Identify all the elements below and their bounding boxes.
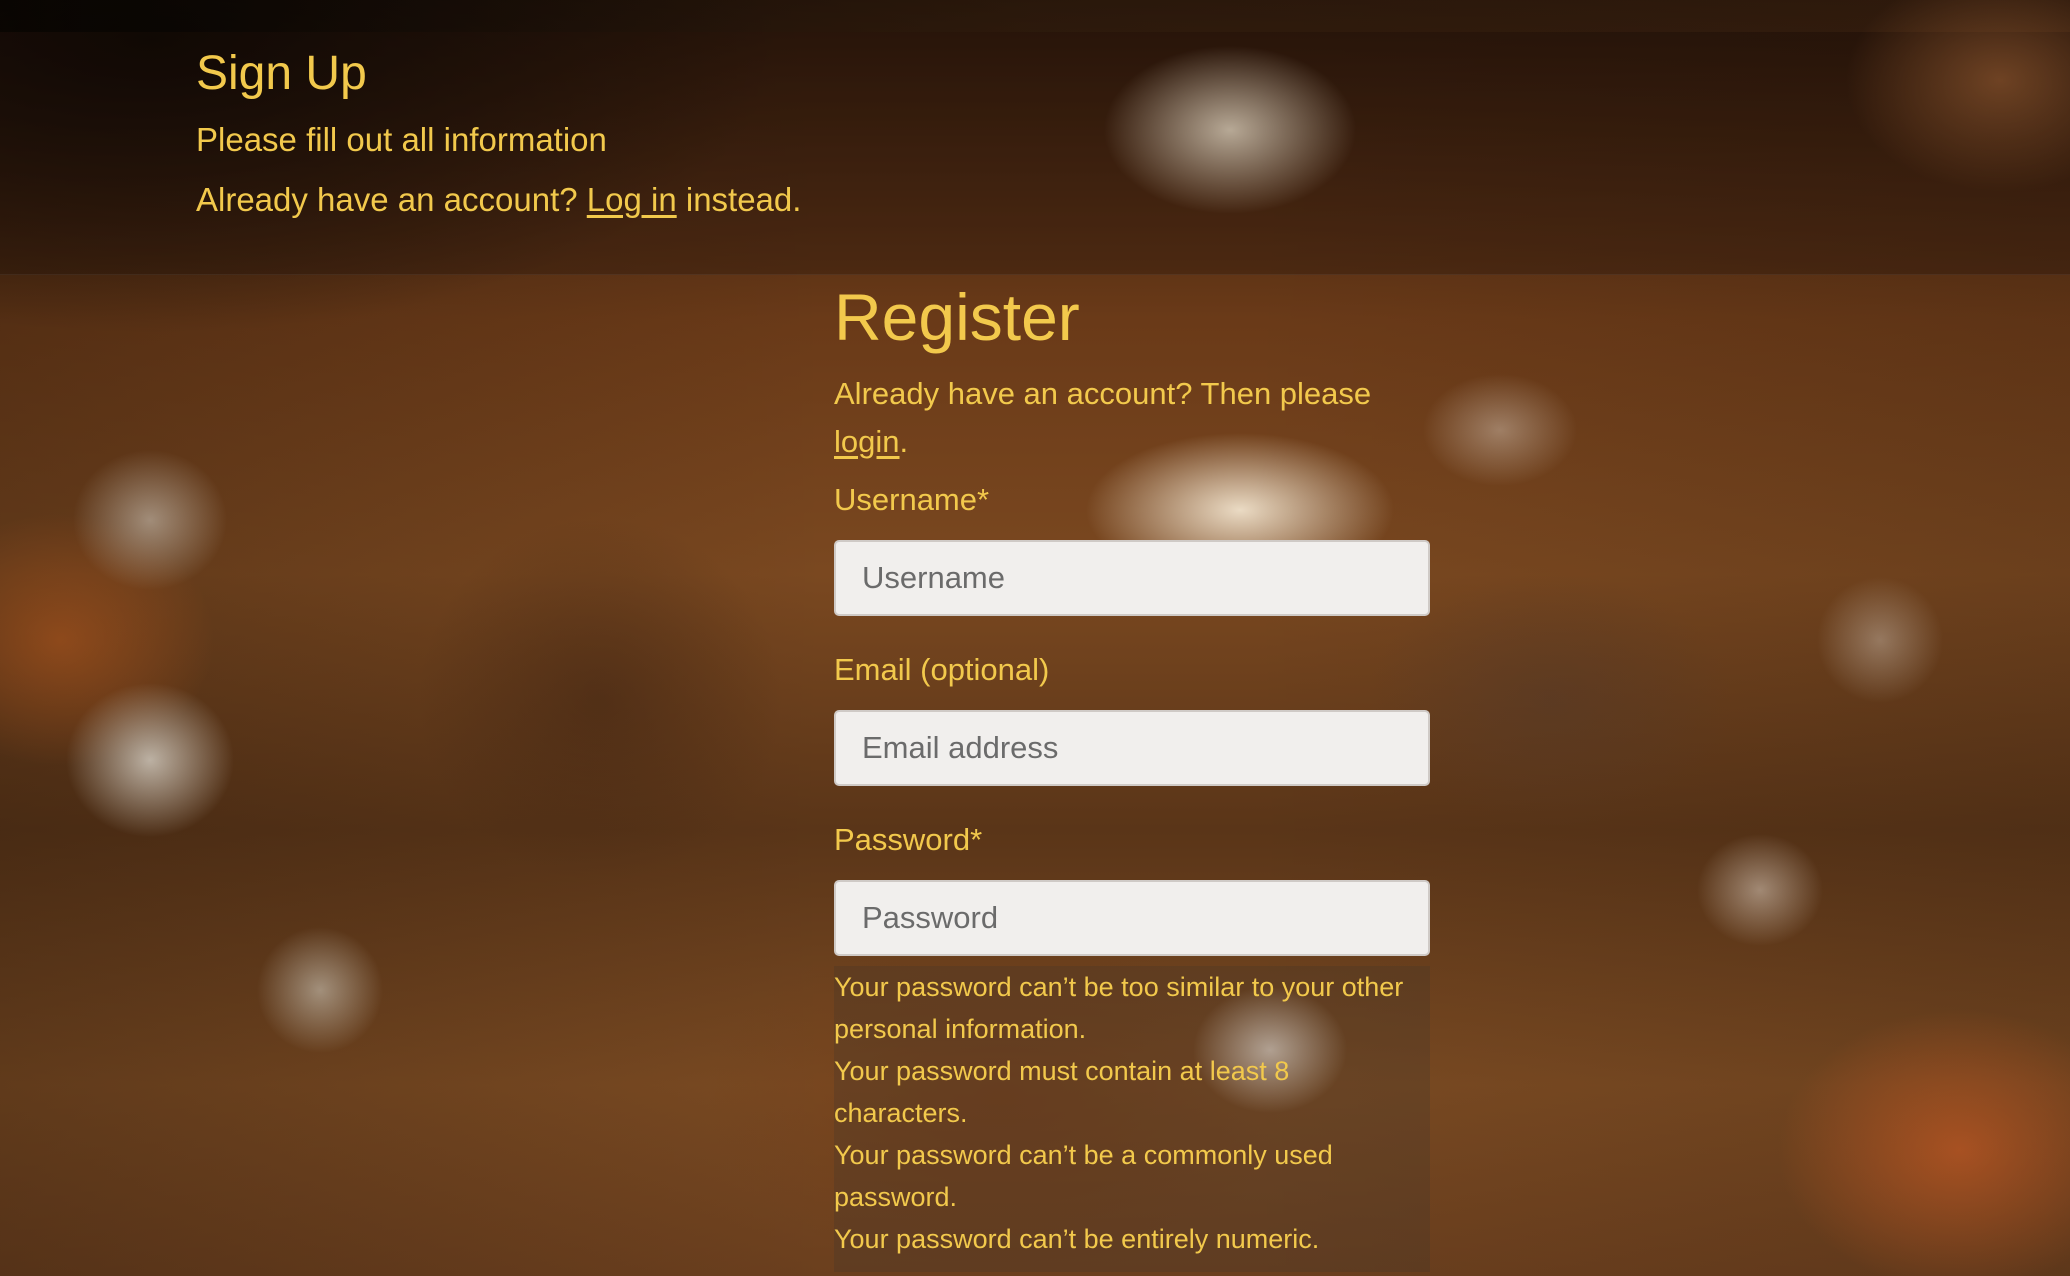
username-label: Username*	[834, 482, 990, 517]
password-label: Password*	[834, 822, 983, 857]
password-input[interactable]	[834, 880, 1430, 956]
form-title: Register	[834, 280, 1080, 354]
password-help-item: Your password can’t be entirely numeric.	[834, 1224, 1320, 1254]
password-help-item: Your password must contain at least 8 ch…	[834, 1056, 1290, 1128]
form-login-prefix: Already have an account? Then please	[834, 376, 1372, 411]
page-title: Sign Up	[196, 47, 367, 100]
username-input[interactable]	[834, 540, 1430, 616]
header-content: Sign Up Please fill out all information …	[196, 44, 801, 222]
header-login-suffix: instead.	[676, 181, 802, 218]
top-bar	[0, 0, 2070, 32]
form-login-link[interactable]: login	[834, 424, 900, 459]
header-login-link[interactable]: Log in	[587, 181, 677, 218]
header-login-prompt: Already have an account? Log in instead.	[196, 178, 801, 222]
page-header: Sign Up Please fill out all information …	[0, 32, 2070, 275]
password-help: Your password can’t be too similar to yo…	[834, 966, 1430, 1272]
header-login-prefix: Already have an account?	[196, 181, 587, 218]
form-login-suffix: .	[899, 424, 909, 459]
password-help-item: Your password can’t be a commonly used p…	[834, 1140, 1333, 1212]
email-label: Email (optional)	[834, 652, 1050, 687]
register-form: Register Already have an account? Then p…	[834, 278, 1430, 1272]
form-login-prompt: Already have an account? Then please log…	[834, 370, 1430, 466]
header-subtitle: Please fill out all information	[196, 121, 607, 158]
password-help-item: Your password can’t be too similar to yo…	[834, 972, 1404, 1044]
email-input[interactable]	[834, 710, 1430, 786]
